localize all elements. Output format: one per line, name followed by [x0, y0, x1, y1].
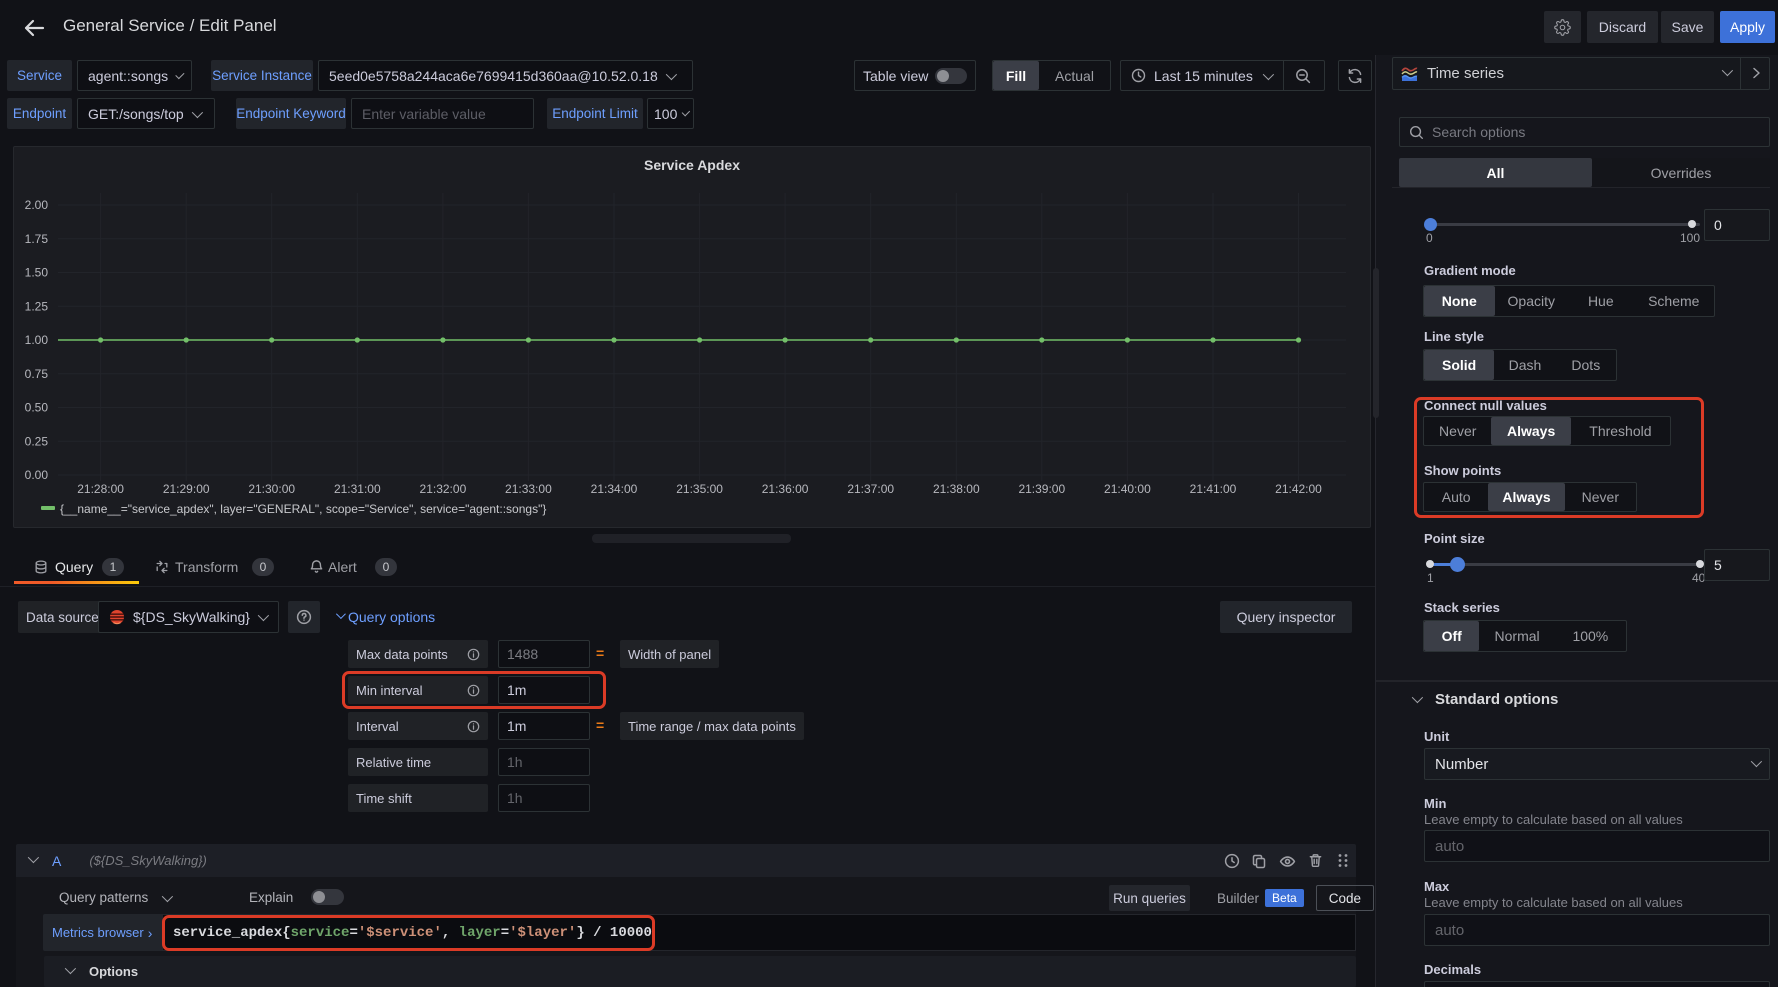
svg-text:21:36:00: 21:36:00 [762, 482, 809, 496]
svg-text:21:38:00: 21:38:00 [933, 482, 980, 496]
svg-text:21:28:00: 21:28:00 [77, 482, 124, 496]
svg-text:0.00: 0.00 [25, 468, 49, 482]
svg-text:21:32:00: 21:32:00 [420, 482, 467, 496]
svg-text:21:33:00: 21:33:00 [505, 482, 552, 496]
svg-text:21:40:00: 21:40:00 [1104, 482, 1151, 496]
svg-text:21:41:00: 21:41:00 [1190, 482, 1237, 496]
svg-text:21:35:00: 21:35:00 [676, 482, 723, 496]
svg-text:{__name__="service_apdex", lay: {__name__="service_apdex", layer="GENERA… [60, 502, 546, 516]
svg-text:21:29:00: 21:29:00 [163, 482, 210, 496]
svg-text:21:39:00: 21:39:00 [1018, 482, 1065, 496]
svg-text:21:30:00: 21:30:00 [248, 482, 295, 496]
svg-text:1.75: 1.75 [25, 232, 49, 246]
svg-text:21:31:00: 21:31:00 [334, 482, 381, 496]
svg-text:2.00: 2.00 [25, 198, 49, 212]
svg-text:21:37:00: 21:37:00 [847, 482, 894, 496]
svg-text:0.25: 0.25 [25, 434, 49, 448]
svg-text:21:34:00: 21:34:00 [591, 482, 638, 496]
svg-text:1.25: 1.25 [25, 299, 49, 313]
svg-text:0.75: 0.75 [25, 367, 49, 381]
svg-text:1.50: 1.50 [25, 266, 49, 280]
svg-text:1.00: 1.00 [25, 333, 49, 347]
svg-text:21:42:00: 21:42:00 [1275, 482, 1322, 496]
svg-text:0.50: 0.50 [25, 401, 49, 415]
